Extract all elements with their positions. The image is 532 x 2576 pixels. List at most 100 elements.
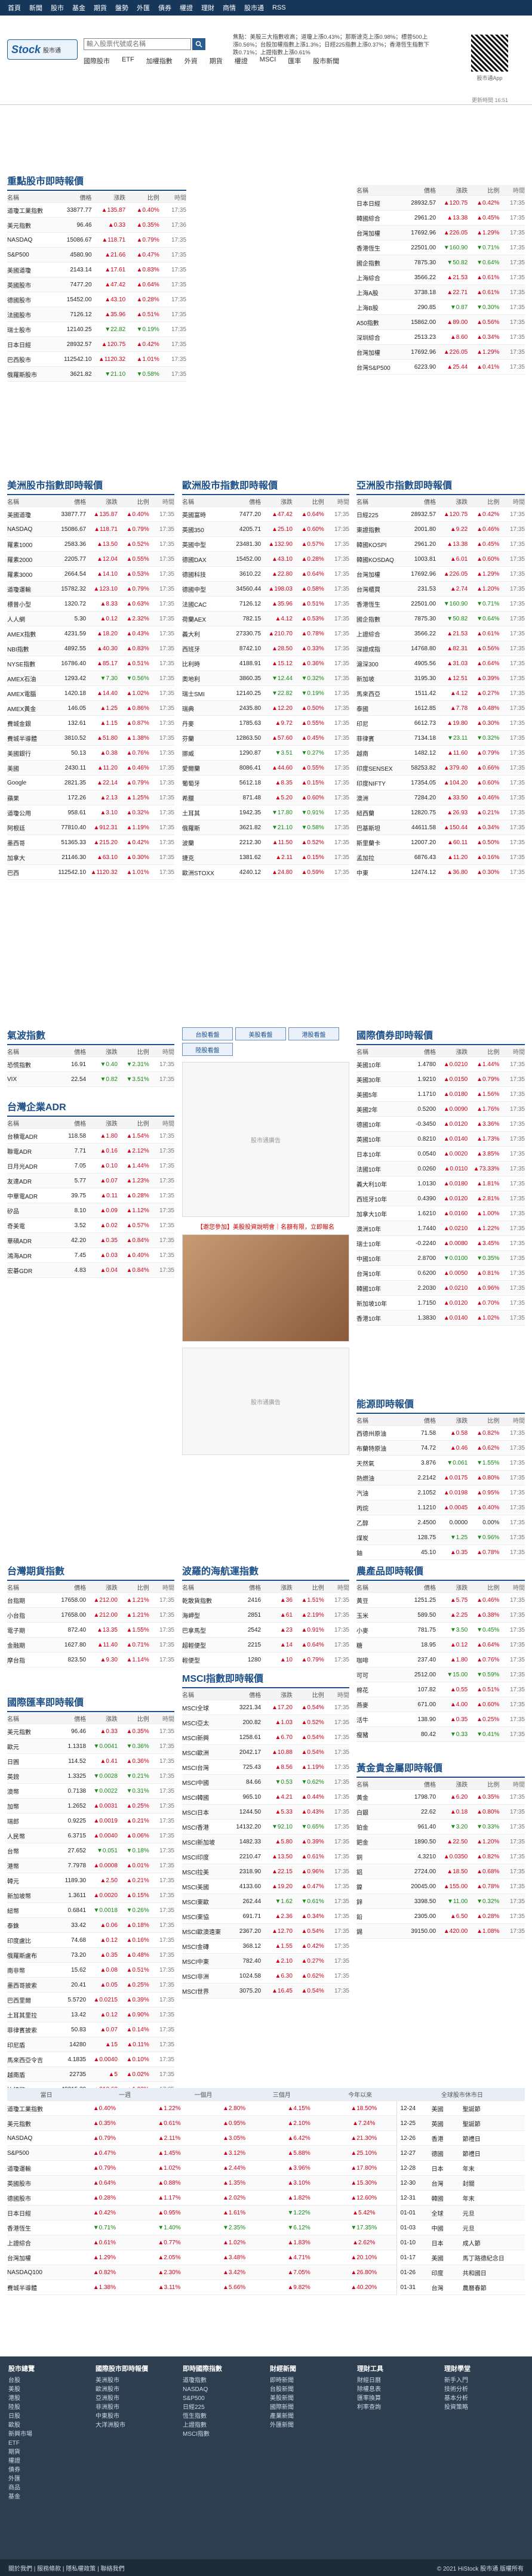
quote-row[interactable]: 道瓊工業指數 33877.77 ▲135.87 ▲0.40% 17:35 <box>7 203 186 218</box>
quote-name[interactable]: 黃金 <box>356 1793 404 1802</box>
perf-row[interactable]: 費城半導體 ▲1.38% ▲3.11% ▲5.66% ▲9.82% ▲40.20% <box>7 2280 396 2295</box>
quote-row[interactable]: 恐慌指數 16.91 ▼0.40 ▼2.31% 17:35 <box>7 1057 174 1072</box>
quote-row[interactable]: 國企指數 7875.30 ▼50.82 ▼0.64% 17:35 <box>356 255 525 270</box>
quote-name[interactable]: 可可 <box>356 1670 404 1679</box>
quote-name[interactable]: 瑞郎 <box>7 1817 54 1826</box>
quote-row[interactable]: 挪威 1290.87 ▼3.51 ▼0.27% 17:35 <box>182 746 349 761</box>
footer-link[interactable]: 期貨 <box>8 2448 35 2457</box>
quote-name[interactable]: 瑞典 <box>182 704 229 713</box>
topnav-item[interactable]: 新聞 <box>25 3 47 13</box>
quote-row[interactable]: S&P500 4580.90 ▲21.66 ▲0.47% 17:35 <box>7 248 186 262</box>
quote-row[interactable]: 台灣10年 0.6200 ▲0.0050 ▲0.81% 17:35 <box>356 1266 525 1281</box>
quote-name[interactable]: 上海A股 <box>356 288 404 297</box>
quote-row[interactable]: MSCI拉美 2318.90 ▲22.15 ▲0.96% 17:35 <box>182 1864 349 1879</box>
quote-name[interactable]: 燕麥 <box>356 1700 404 1709</box>
footer-link[interactable]: 上證指數 <box>183 2421 222 2430</box>
quote-name[interactable]: 印度盧比 <box>7 1936 54 1945</box>
quote-row[interactable]: 紐幣 0.6841 ▼0.0018 ▼0.26% 17:35 <box>7 1903 174 1918</box>
quote-row[interactable]: 銅 4.3210 ▲0.0350 ▲0.82% 17:35 <box>356 1849 525 1864</box>
quote-name[interactable]: 費城金銀 <box>7 719 54 728</box>
quote-name[interactable]: 英國10年 <box>356 1135 404 1144</box>
quote-row[interactable]: 美國 2430.11 ▲11.20 ▲0.46% 17:35 <box>7 761 174 776</box>
quote-row[interactable]: 印度NIFTY 17354.05 ▲104.20 ▲0.60% 17:35 <box>356 776 525 790</box>
quote-row[interactable]: 馬來西亞令吉 4.1835 ▲0.0040 ▲0.10% 17:35 <box>7 2052 174 2067</box>
quote-row[interactable]: NASDAQ 15086.67 ▲118.71 ▲0.79% 17:35 <box>7 522 174 537</box>
quote-row[interactable]: 英國350 4205.71 ▲25.10 ▲0.60% 17:35 <box>182 522 349 537</box>
quote-name[interactable]: 金融期 <box>7 1641 54 1650</box>
quote-row[interactable]: 韓國KOSDAQ 1003.81 ▲6.01 ▲0.60% 17:35 <box>356 552 525 567</box>
quote-row[interactable]: 芬蘭 12863.50 ▲57.60 ▲0.45% 17:35 <box>182 731 349 746</box>
quote-name[interactable]: 越南盾 <box>7 2070 54 2079</box>
quote-row[interactable]: MSCI新加坡 1482.33 ▲5.80 ▲0.39% 17:35 <box>182 1834 349 1849</box>
quote-row[interactable]: 蘋果 172.26 ▲2.13 ▲1.25% 17:35 <box>7 790 174 805</box>
quote-name[interactable]: NBI指數 <box>7 644 54 653</box>
quote-name[interactable]: 鈾 <box>356 1548 404 1557</box>
quote-row[interactable]: 德國中型 34560.44 ▲198.03 ▲0.58% 17:35 <box>182 582 349 597</box>
search-button[interactable] <box>192 38 205 50</box>
quote-row[interactable]: 巴西 112542.10 ▲1120.32 ▲1.01% 17:35 <box>7 865 174 880</box>
quote-row[interactable]: 海岬型 2851 ▲61 ▲2.19% 17:35 <box>182 1608 349 1623</box>
quote-row[interactable]: A50指數 15862.00 ▲89.00 ▲0.56% 17:35 <box>356 315 525 330</box>
quote-name[interactable]: 白銀 <box>356 1808 404 1817</box>
quote-row[interactable]: 費城金銀 132.61 ▲1.15 ▲0.87% 17:35 <box>7 716 174 731</box>
quote-row[interactable]: 印尼盾 14280 ▲15 ▲0.11% 17:35 <box>7 2037 174 2052</box>
quote-name[interactable]: 日本10年 <box>356 1150 404 1159</box>
quote-row[interactable]: 丹麥 1785.63 ▲9.72 ▲0.55% 17:35 <box>182 716 349 731</box>
quote-row[interactable]: MSCI東歐 262.44 ▼1.62 ▼0.61% 17:35 <box>182 1894 349 1909</box>
topnav-item[interactable]: RSS <box>268 4 290 11</box>
quote-row[interactable]: MSCI日本 1244.50 ▲5.33 ▲0.43% 17:35 <box>182 1805 349 1820</box>
quote-name[interactable]: 美國10年 <box>356 1060 404 1069</box>
quote-row[interactable]: 黃金 1798.70 ▲6.20 ▲0.35% 17:35 <box>356 1790 525 1805</box>
quote-row[interactable]: 韓國10年 2.2030 ▲0.0210 ▲0.96% 17:35 <box>356 1281 525 1296</box>
quote-name[interactable]: 巴西股市 <box>7 355 58 364</box>
quote-row[interactable]: 法國股市 7126.12 ▲35.96 ▲0.51% 17:35 <box>7 307 186 322</box>
quote-name[interactable]: 德國DAX <box>182 555 229 564</box>
footer-link[interactable]: 港股 <box>8 2394 35 2403</box>
quote-row[interactable]: 墨西哥 51365.33 ▲215.20 ▲0.42% 17:35 <box>7 835 174 850</box>
quote-name[interactable]: 孟加拉 <box>356 853 404 862</box>
quote-row[interactable]: 德國科技 3610.22 ▲22.80 ▲0.64% 17:35 <box>182 567 349 582</box>
quote-name[interactable]: 鉛 <box>356 1912 404 1921</box>
quote-row[interactable]: 歐元 1.1318 ▼0.0041 ▼0.36% 17:35 <box>7 1739 174 1754</box>
quote-row[interactable]: 義大利10年 1.0130 ▲0.0180 ▲1.81% 17:35 <box>356 1176 525 1191</box>
quote-name[interactable]: 台灣加權 <box>356 570 404 579</box>
quote-name[interactable]: 巴基斯坦 <box>356 823 404 832</box>
quote-row[interactable]: 英國中型 23481.30 ▲132.90 ▲0.57% 17:35 <box>182 537 349 552</box>
quote-name[interactable]: 英國350 <box>182 525 229 534</box>
quote-row[interactable]: NYSE指數 16786.40 ▲85.17 ▲0.51% 17:35 <box>7 656 174 671</box>
quote-name[interactable]: 玉米 <box>356 1611 404 1620</box>
quote-row[interactable]: MSCI全球 3221.34 ▲17.20 ▲0.54% 17:35 <box>182 1700 349 1715</box>
quick-button[interactable]: 美股看盤 <box>235 1027 286 1040</box>
footer-link[interactable]: 台股新聞 <box>270 2385 296 2394</box>
quote-name[interactable]: 西班牙 <box>182 644 229 653</box>
quote-row[interactable]: 英國股市 7477.20 ▲47.42 ▲0.64% 17:35 <box>7 277 186 292</box>
quote-name[interactable]: 捷克 <box>182 853 229 862</box>
quote-row[interactable]: 鈀金 1890.50 ▲22.50 ▲1.20% 17:35 <box>356 1834 525 1849</box>
quote-row[interactable]: 香港恆生 22501.00 ▼160.90 ▼0.71% 17:35 <box>356 240 525 255</box>
quote-name[interactable]: 台灣加權 <box>356 228 404 237</box>
quote-row[interactable]: 韓國KOSPI 2961.20 ▲13.38 ▲0.45% 17:35 <box>356 537 525 552</box>
quote-name[interactable]: MSCI亞太 <box>182 1718 229 1727</box>
quote-name[interactable]: 人民幣 <box>7 1831 54 1840</box>
quote-row[interactable]: 泰國 1612.85 ▲7.78 ▲0.48% 17:35 <box>356 701 525 716</box>
quote-row[interactable]: 加拿大10年 1.6210 ▲0.0160 ▲1.00% 17:35 <box>356 1206 525 1221</box>
quote-row[interactable]: 上證綜合 3566.22 ▲21.53 ▲0.61% 17:35 <box>356 626 525 641</box>
quote-row[interactable]: 俄羅斯盧布 73.20 ▲0.35 ▲0.48% 17:35 <box>7 1948 174 1963</box>
quote-name[interactable]: 活牛 <box>356 1715 404 1724</box>
perf-row[interactable]: 德國股市 ▲0.28% ▲1.17% ▲2.02% ▲1.82% ▲12.60% <box>7 2191 396 2206</box>
quote-row[interactable]: 法國10年 0.0260 ▲0.0110 ▲73.33% 17:35 <box>356 1162 525 1176</box>
quote-name[interactable]: 巴西 <box>7 868 54 877</box>
quote-row[interactable]: 天然氣 3.876 ▼0.061 ▼1.55% 17:35 <box>356 1456 525 1471</box>
quote-row[interactable]: 鈾 45.10 ▲0.35 ▲0.78% 17:35 <box>356 1545 525 1560</box>
quote-row[interactable]: 孟加拉 6876.43 ▲11.20 ▲0.16% 17:35 <box>356 850 525 865</box>
subnav-item[interactable]: 股市新聞 <box>313 56 339 66</box>
quote-name[interactable]: 法國10年 <box>356 1165 404 1173</box>
quote-name[interactable]: 台幣 <box>7 1846 54 1855</box>
quote-name[interactable]: 美國 <box>7 764 54 773</box>
quote-row[interactable]: MSCI歐澳遠東 2367.20 ▲12.70 ▲0.54% 17:35 <box>182 1924 349 1939</box>
quote-name[interactable]: 糖 <box>356 1641 404 1650</box>
quote-name[interactable]: 瑞士10年 <box>356 1239 404 1248</box>
quote-name[interactable]: 上證綜合 <box>356 629 404 638</box>
quote-name[interactable]: 東證指數 <box>356 525 404 534</box>
quote-name[interactable]: 義大利10年 <box>356 1179 404 1188</box>
